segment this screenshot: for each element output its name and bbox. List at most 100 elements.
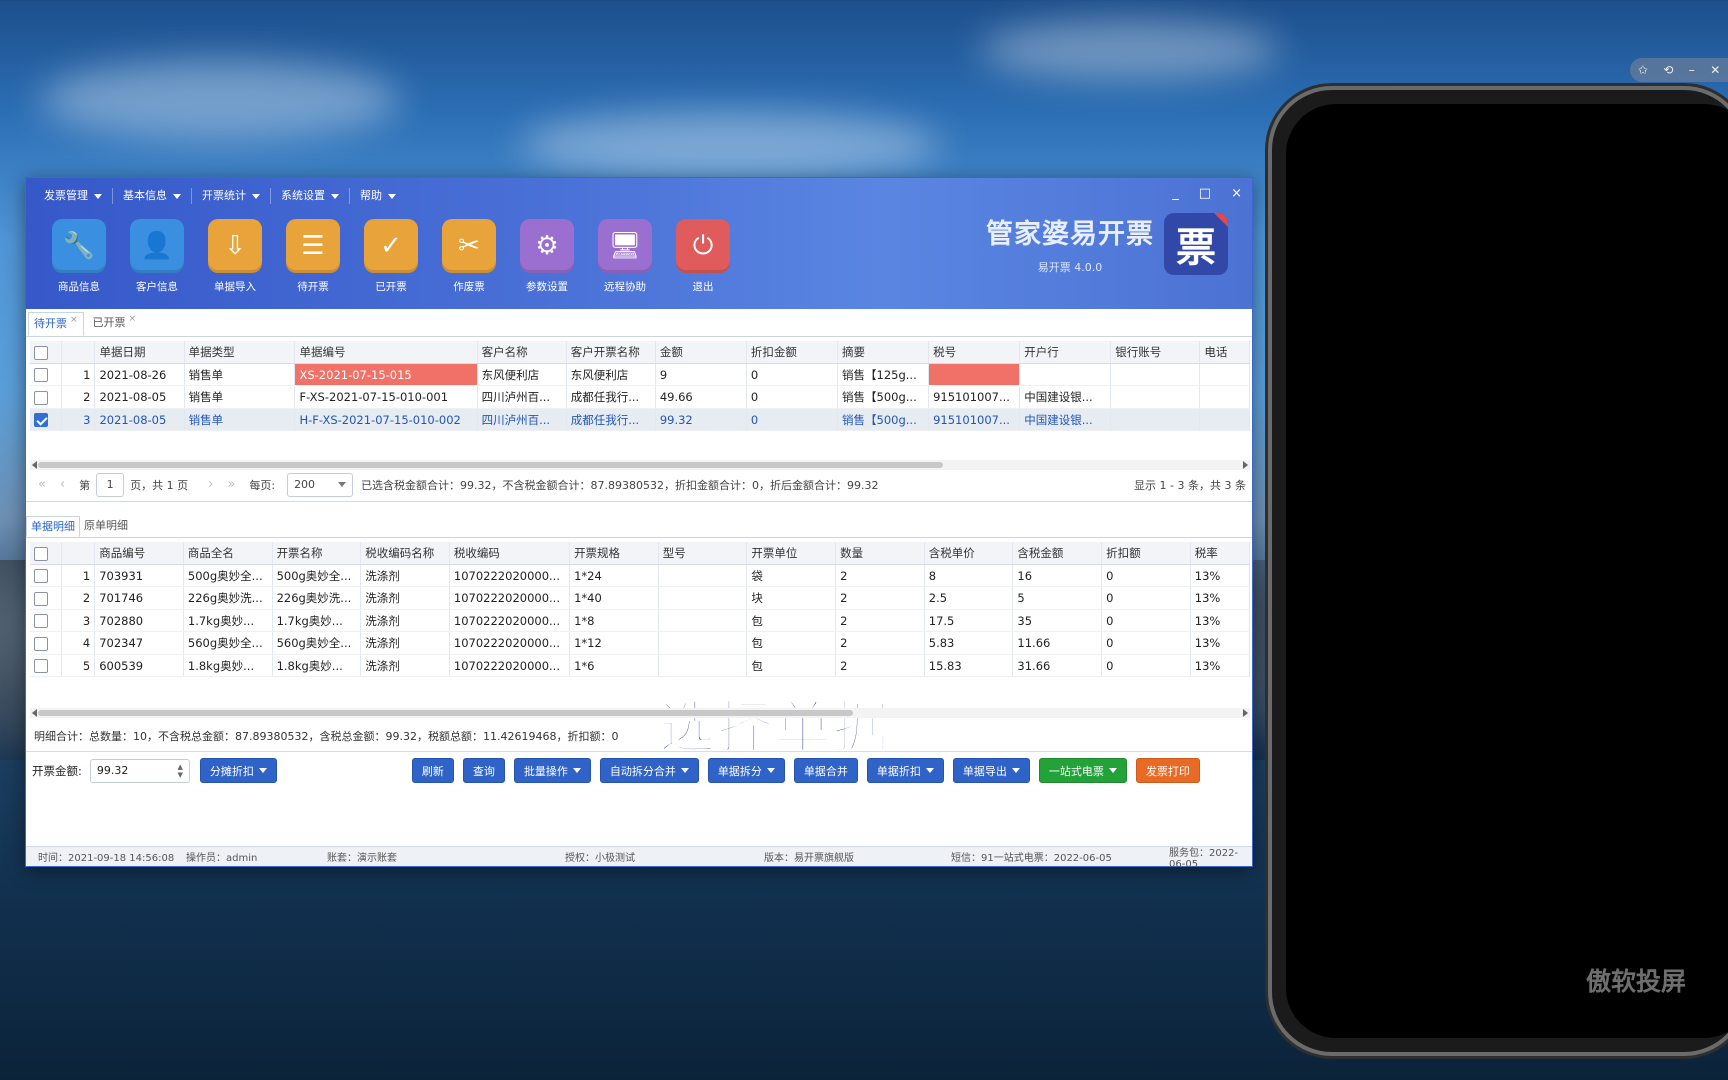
first-page-button[interactable]: « bbox=[38, 477, 46, 492]
details-scrollbar[interactable] bbox=[30, 708, 1250, 718]
checkbox[interactable] bbox=[34, 368, 48, 382]
checkbox-cell[interactable] bbox=[30, 564, 62, 586]
stepper-arrows-icon[interactable]: ▲ ▼ bbox=[177, 763, 182, 779]
table-row[interactable]: 5 600539 1.8kg奥妙... 1.8kg奥妙... 洗涤剂 1070222020… bbox=[30, 654, 1250, 677]
rotate-icon[interactable]: ⟲ bbox=[1663, 63, 1673, 77]
checkbox[interactable] bbox=[34, 413, 48, 427]
column-header[interactable]: 单据类型 bbox=[185, 341, 296, 363]
action-button[interactable]: 单据拆分 bbox=[707, 758, 785, 783]
toolbar-button[interactable]: ⇩ 单据导入 bbox=[196, 219, 274, 294]
column-header[interactable]: 含税单价 bbox=[925, 542, 1014, 564]
checkbox-cell[interactable] bbox=[30, 363, 62, 385]
next-page-button[interactable]: › bbox=[208, 477, 213, 492]
column-header[interactable]: 开票单位 bbox=[747, 542, 837, 564]
table-row[interactable]: 4 702347 560g奥妙全... 560g奥妙全... 洗涤剂 1070222020… bbox=[30, 632, 1250, 655]
checkbox[interactable] bbox=[34, 390, 48, 405]
column-header[interactable]: 开票规格 bbox=[570, 542, 659, 564]
prev-page-button[interactable]: ‹ bbox=[60, 477, 65, 492]
screen-mirror-controls[interactable]: ✩ ⟲ – ✕ bbox=[1630, 58, 1728, 82]
checkbox[interactable] bbox=[34, 546, 48, 561]
toolbar-button[interactable]: ✓ 已开票 bbox=[352, 219, 430, 294]
table-row[interactable]: 3 702880 1.7kg奥妙... 1.7kg奥妙... 洗涤剂 1070222020… bbox=[30, 609, 1250, 632]
tab-bill-details[interactable]: 单据明细 bbox=[26, 516, 80, 537]
column-header[interactable]: 单据日期 bbox=[95, 341, 185, 363]
toolbar-button[interactable]: ✂ 作废票 bbox=[430, 219, 508, 294]
maximize-button[interactable]: □ bbox=[1199, 186, 1211, 201]
last-page-button[interactable]: » bbox=[227, 477, 235, 492]
column-header[interactable]: 税收编码 bbox=[450, 542, 571, 564]
action-button[interactable]: 自动拆分合并 bbox=[599, 758, 699, 783]
checkbox-cell[interactable] bbox=[30, 654, 62, 676]
column-header[interactable]: 电话 bbox=[1200, 341, 1250, 363]
table-row[interactable]: 2 701746 226g奥妙洗... 226g奥妙洗... 洗涤剂 1070222020… bbox=[30, 587, 1250, 610]
select-all-cell[interactable] bbox=[30, 542, 62, 564]
checkbox[interactable] bbox=[34, 591, 48, 606]
tab-pending[interactable]: 待开票 × bbox=[28, 312, 84, 336]
toolbar-button[interactable]: 🔧 商品信息 bbox=[40, 219, 118, 294]
action-button[interactable]: 单据合并 bbox=[793, 758, 858, 783]
action-button[interactable]: 一站式电票 bbox=[1038, 758, 1127, 783]
checkbox-cell[interactable] bbox=[30, 587, 62, 609]
column-header[interactable]: 开户行 bbox=[1020, 341, 1112, 363]
scroll-right-icon[interactable] bbox=[1243, 709, 1248, 717]
checkbox[interactable] bbox=[34, 614, 48, 628]
toolbar-button[interactable]: 👤 客户信息 bbox=[118, 219, 196, 294]
per-page-select[interactable]: 200 bbox=[287, 472, 354, 497]
column-header[interactable]: 税收编码名称 bbox=[361, 542, 450, 564]
select-all-cell[interactable] bbox=[30, 341, 62, 363]
column-header[interactable]: 单据编号 bbox=[295, 341, 478, 363]
column-header[interactable]: 商品全名 bbox=[184, 542, 273, 564]
minimize-button[interactable]: _ bbox=[1172, 186, 1179, 201]
toolbar-button[interactable]: ⚙ 参数设置 bbox=[508, 219, 586, 294]
tab-issued[interactable]: 已开票 × bbox=[88, 312, 142, 336]
column-header[interactable]: 银行账号 bbox=[1111, 341, 1201, 363]
checkbox-cell[interactable] bbox=[30, 609, 62, 631]
close-icon[interactable]: × bbox=[129, 314, 137, 324]
tab-original-details[interactable]: 原单明细 bbox=[80, 516, 132, 537]
checkbox[interactable] bbox=[34, 659, 48, 673]
column-header[interactable]: 税率 bbox=[1191, 542, 1250, 564]
scroll-thumb[interactable] bbox=[38, 710, 853, 716]
table-row[interactable]: 1 703931 500g奥妙全... 500g奥妙全... 洗涤剂 1070222020… bbox=[30, 564, 1250, 587]
scroll-left-icon[interactable] bbox=[32, 709, 37, 717]
amount-stepper[interactable]: 99.32 ▲ ▼ bbox=[89, 758, 190, 783]
column-header[interactable]: 折扣金额 bbox=[747, 341, 839, 363]
checkbox-cell[interactable] bbox=[30, 408, 62, 430]
checkbox-cell[interactable] bbox=[30, 632, 62, 654]
column-header[interactable]: 客户名称 bbox=[478, 341, 567, 363]
close-icon[interactable]: × bbox=[70, 315, 78, 325]
checkbox[interactable] bbox=[34, 569, 48, 583]
close-icon[interactable]: ✕ bbox=[1710, 63, 1720, 77]
checkbox[interactable] bbox=[34, 345, 48, 360]
column-header[interactable]: 摘要 bbox=[838, 341, 930, 363]
action-button[interactable]: 单据导出 bbox=[952, 758, 1030, 783]
close-button[interactable]: × bbox=[1231, 186, 1242, 201]
toolbar-button[interactable]: ⏻ 退出 bbox=[664, 219, 742, 294]
table-row[interactable]: 2 2021-08-05 销售单 F-XS-2021-07-15-010-001 四川泸… bbox=[30, 386, 1250, 409]
column-header[interactable]: 客户开票名称 bbox=[567, 341, 656, 363]
minimize-icon[interactable]: – bbox=[1689, 63, 1695, 77]
action-button[interactable]: 单据折扣 bbox=[866, 758, 944, 783]
checkbox[interactable] bbox=[34, 636, 48, 651]
checkbox-cell[interactable] bbox=[30, 386, 62, 408]
menu-statistics[interactable]: 开票统计 bbox=[192, 188, 271, 204]
menu-settings[interactable]: 系统设置 bbox=[271, 188, 350, 204]
column-header[interactable]: 开票名称 bbox=[273, 542, 362, 564]
table-row[interactable]: 3 2021-08-05 销售单 H-F-XS-2021-07-15-010-002 四… bbox=[30, 408, 1250, 431]
pin-icon[interactable]: ✩ bbox=[1638, 63, 1648, 77]
toolbar-button[interactable]: ☰ 待开票 bbox=[274, 219, 352, 294]
action-button[interactable]: 发票打印 bbox=[1135, 758, 1200, 783]
column-header[interactable]: 金额 bbox=[656, 341, 747, 363]
action-button[interactable]: 批量操作 bbox=[513, 758, 591, 783]
column-header[interactable]: 商品编号 bbox=[95, 542, 184, 564]
page-number-input[interactable]: 1 bbox=[96, 472, 125, 497]
action-button[interactable]: 刷新 bbox=[411, 758, 454, 783]
action-button[interactable]: 查询 bbox=[462, 758, 505, 783]
menu-invoice-management[interactable]: 发票管理 bbox=[34, 188, 113, 204]
column-header[interactable]: 型号 bbox=[659, 542, 748, 564]
column-header[interactable]: 数量 bbox=[836, 542, 925, 564]
action-button[interactable]: 分摊折扣 bbox=[199, 758, 277, 783]
menu-help[interactable]: 帮助 bbox=[350, 188, 406, 204]
toolbar-button[interactable]: 🖥 远程协助 bbox=[586, 219, 664, 294]
column-header[interactable]: 含税金额 bbox=[1013, 542, 1103, 564]
